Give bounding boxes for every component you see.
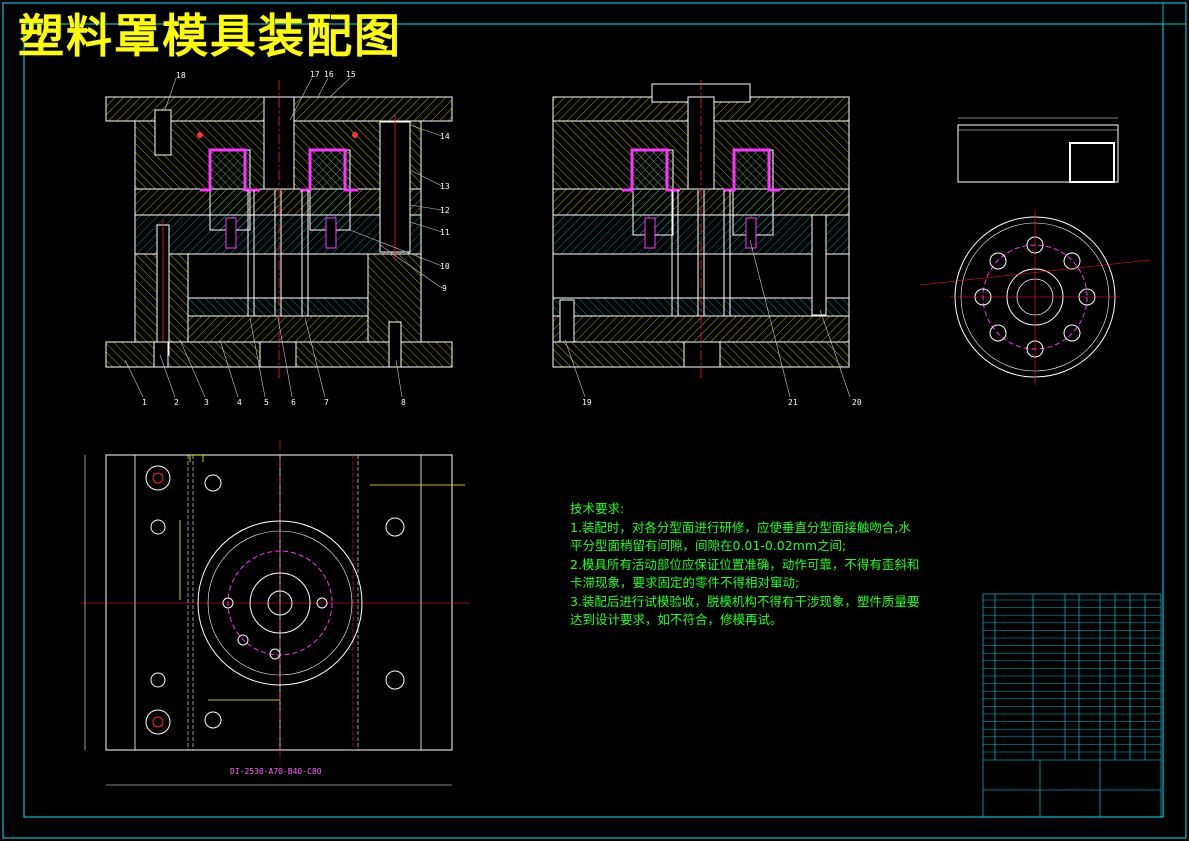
tech-req-line: 2.模具所有活动部位应保证位置准确，动作可靠，不得有歪斜和 — [570, 556, 920, 572]
parts-list-table — [982, 593, 1162, 818]
part-number-label: 12 — [440, 206, 450, 215]
part-number-label: 20 — [852, 398, 862, 407]
tech-req-line: 平分型面稍留有间隙，间隙在0.01-0.02mm之间; — [570, 538, 847, 553]
tech-req-line: 达到设计要求，如不符合，修模再试。 — [570, 612, 783, 627]
part-number-label: 3 — [204, 398, 209, 407]
tech-req-line: 3.装配后进行试模验收，脱模机构不得有干涉现象，塑件质量要 — [570, 593, 920, 609]
part-number-label: 2 — [174, 398, 179, 407]
part-number-label: 7 — [324, 398, 329, 407]
front-section-view — [105, 80, 453, 380]
part-number-label: 6 — [291, 398, 296, 407]
part-section-detail — [957, 117, 1119, 183]
corner-tag — [1162, 2, 1187, 25]
part-number-label: 16 — [324, 70, 334, 79]
part-number-label: 13 — [440, 182, 450, 191]
part-number-label: 11 — [440, 228, 450, 237]
part-number-label: 15 — [346, 70, 356, 79]
drawing-title: 塑料罩模具装配图 — [18, 9, 402, 63]
part-number-label: 10 — [440, 262, 450, 271]
tech-req-line: 卡滞现象，要求固定的零件不得相对窜动; — [570, 575, 800, 590]
part-number-label: 4 — [237, 398, 242, 407]
tech-req-line: 1.装配时，对各分型面进行研修，应使垂直分型面接触吻合,水 — [570, 519, 911, 535]
tech-req-heading: 技术要求: — [570, 501, 625, 516]
parts-list-rows — [983, 599, 1161, 753]
part-number-label: 19 — [582, 398, 592, 407]
part-number-label: 8 — [401, 398, 406, 407]
part-plan-view — [919, 210, 1151, 385]
part-number-label: 21 — [788, 398, 798, 407]
technical-requirements: 技术要求: 1.装配时，对各分型面进行研修，应使垂直分型面接触吻合,水 平分型面… — [570, 500, 920, 630]
part-number-label: 14 — [440, 132, 450, 141]
part-number-label: 5 — [264, 398, 269, 407]
mold-base-spec: DI-2530-A70-B40-C80 — [230, 767, 322, 776]
part-number-label: 9 — [442, 284, 447, 293]
side-section-view — [552, 80, 850, 380]
part-number-label: 1 — [142, 398, 147, 407]
part-number-label: 17 — [310, 70, 320, 79]
plan-view — [80, 440, 470, 786]
assembly-drawing — [2, 2, 1187, 839]
part-number-label: 18 — [176, 71, 186, 80]
